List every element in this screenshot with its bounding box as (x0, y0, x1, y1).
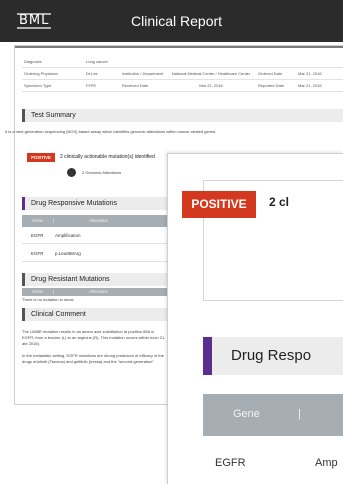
alteration-cell: Amplification (55, 233, 81, 238)
drug-resistant-header: Drug Resistant Mutations (22, 273, 174, 286)
zoom-table-header: Gene | (203, 394, 343, 436)
test-summary-header: Test Summary (22, 109, 343, 122)
section-title: Clinical Comment (31, 311, 86, 318)
col-alteration: Alteration (89, 289, 109, 294)
gene-cell: EGFR (31, 233, 44, 238)
info-label: Diagnosis (22, 56, 84, 68)
table-row: EGFR Amplification (22, 227, 167, 244)
logo-text: BML (19, 13, 50, 28)
genomic-alterations-icon (67, 168, 76, 177)
zoom-col-separator: | (298, 408, 301, 420)
section-title: Drug Resistant Mutations (31, 276, 110, 283)
info-label: Ordered Date (256, 67, 296, 80)
zoom-col-gene: Gene (233, 408, 260, 420)
col-gene: Gene (32, 218, 44, 223)
section-accent-bar (22, 197, 25, 210)
gene-cell: EGFR (31, 251, 44, 256)
section-accent-bar (22, 109, 25, 122)
info-row: Specimen Type FFPE Received Date Mar 21,… (22, 79, 343, 92)
zoom-result-text: 2 cl (269, 195, 290, 209)
test-description: It is a next-generation sequencing (NGS)… (5, 129, 217, 134)
col-gene: Gene (32, 289, 44, 294)
info-value: Mar 21, 2016 (296, 67, 343, 80)
order-info-table: Diagnosis Lung cancer Ordering Physician… (22, 56, 343, 92)
result-text: 2 clinically actionable mutation(s) iden… (60, 154, 155, 160)
zoom-positive-badge: POSITIVE (182, 191, 256, 218)
sheet-top-rule (15, 46, 343, 48)
drug-responsive-table-header: Gene | Alteration (22, 215, 167, 227)
section-title: Test Summary (31, 112, 76, 119)
zoom-detail-panel: POSITIVE 2 cl Drug Respo Gene | EGFR Amp (167, 153, 343, 484)
positive-badge: POSITIVE (27, 153, 55, 162)
info-value: Mar 21, 2016 (166, 79, 256, 92)
info-label: Specimen Type (22, 79, 84, 92)
drug-resistant-table-header: Gene | Alteration (22, 288, 167, 296)
summary-result: POSITIVE 2 clinically actionable mutatio… (22, 148, 172, 177)
info-row: Ordering Physician Dr.Lee Institution / … (22, 67, 343, 80)
zoom-drug-responsive-header: Drug Respo (203, 337, 343, 375)
info-label: Ordering Physician (22, 67, 84, 80)
section-accent-bar (22, 273, 25, 286)
zoom-alteration-cell: Amp (315, 457, 338, 469)
drug-responsive-header: Drug Responsive Mutations (22, 197, 174, 210)
info-value: Mar 21, 2016 (296, 79, 343, 92)
clinical-comment-header: Clinical Comment (22, 308, 174, 321)
section-title: Drug Responsive Mutations (31, 200, 117, 207)
comment-paragraph-end: drugs erlotinib (Tarceva) and gefitinib … (22, 359, 154, 364)
info-label: Reported Date (256, 79, 296, 92)
section-accent-bar (203, 337, 212, 375)
section-accent-bar (22, 308, 25, 321)
zoom-gene-cell: EGFR (215, 457, 246, 469)
info-value: Lung cancer (84, 56, 343, 68)
info-value: Dr.Lee (84, 67, 120, 80)
col-separator: | (53, 289, 55, 294)
info-row: Diagnosis Lung cancer (22, 56, 343, 68)
col-alteration: Alteration (89, 218, 109, 223)
info-value: FFPE (84, 79, 120, 92)
zoom-table-row: EGFR Amp (203, 436, 343, 484)
report-header: BML Clinical Report (0, 0, 343, 42)
table-row: EGFR p.Leu858Arg (22, 245, 167, 262)
alterations-text: 2 Genomic Alterations (82, 170, 122, 175)
info-label: Received Date (120, 79, 166, 92)
info-value: National Medical Center / Healthcare Cen… (166, 67, 256, 80)
no-mutation-note: There is no mutation to show. (22, 297, 75, 302)
info-label: Institution / Department (120, 67, 166, 80)
zoom-section-title: Drug Respo (231, 347, 312, 364)
comment-paragraph: The L858R mutation results in an amino a… (22, 329, 166, 340)
report-title: Clinical Report (131, 13, 223, 29)
col-separator: | (53, 218, 55, 223)
comment-paragraph-end: ate 2016). (22, 341, 41, 346)
alteration-cell: p.Leu858Arg (55, 251, 81, 256)
